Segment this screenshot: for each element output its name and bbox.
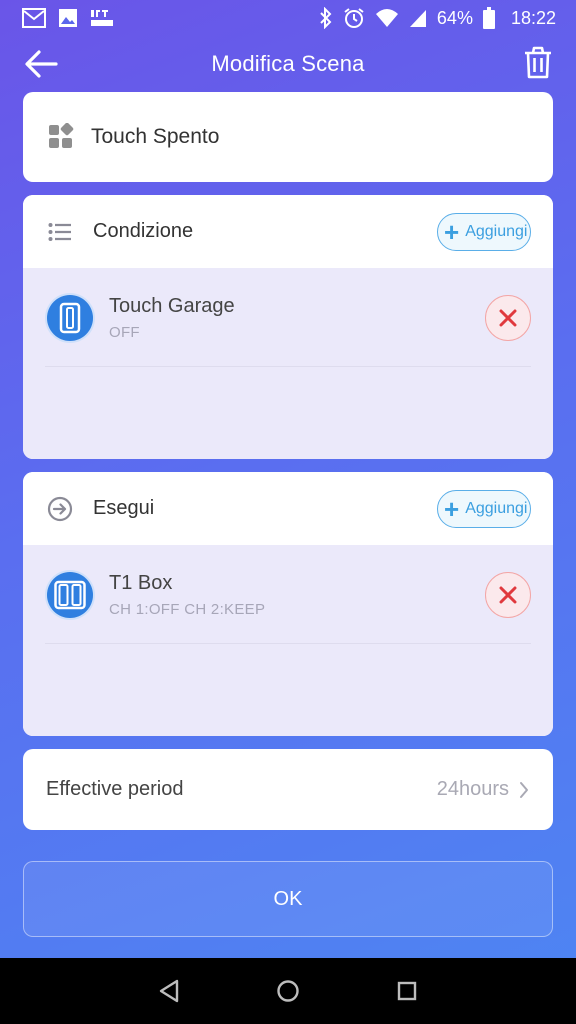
bluetooth-icon [319,7,333,29]
wifi-icon [375,8,399,28]
effective-period-label: Effective period [46,778,184,800]
alarm-icon [343,7,365,29]
single-switch-icon [47,294,93,341]
action-device-name: T1 Box [109,571,173,594]
action-device-status: CH 1:OFF CH 2:KEEP [109,600,266,618]
status-bar: 64% 18:22 [0,0,576,36]
nav-back-button[interactable] [154,976,184,1006]
condition-label: Condizione [93,220,194,242]
trash-icon [525,46,551,79]
add-condition-label: Aggiungi [465,223,528,240]
ifttt-icon [90,8,114,28]
condition-card: Condizione + Aggiungi Touch Garage OFF [23,195,553,459]
ok-button[interactable]: OK [23,861,553,937]
page-title: Modifica Scena [211,51,365,76]
close-icon [499,309,517,327]
ok-button-label: OK [273,887,303,910]
condition-item[interactable]: Touch Garage OFF [23,268,553,367]
add-action-label: Aggiungi [465,500,528,517]
execute-header: Esegui + Aggiungi [23,472,553,545]
signal-icon [409,8,427,28]
action-item-text: T1 Box CH 1:OFF CH 2:KEEP [109,572,265,618]
double-switch-icon [47,571,93,618]
effective-period-row[interactable]: Effective period 24hours [23,749,553,830]
add-condition-button[interactable]: + Aggiungi [437,213,531,251]
chevron-right-icon [520,781,528,798]
remove-condition-button[interactable] [485,295,531,341]
add-action-button[interactable]: + Aggiungi [437,490,531,528]
image-icon [58,8,78,28]
plus-icon: + [444,494,460,524]
nav-home-button[interactable] [273,976,303,1006]
nav-recents-button[interactable] [392,976,422,1006]
delete-scene-button[interactable] [522,46,554,80]
condition-item-text: Touch Garage OFF [109,295,235,341]
square-recents-icon [397,981,416,1001]
clock-time: 18:22 [510,7,556,28]
status-left-icons [22,8,114,28]
condition-list: Touch Garage OFF [23,268,553,459]
grid-apps-icon [49,123,74,148]
arrow-circle-right-icon [47,496,73,522]
action-list: T1 Box CH 1:OFF CH 2:KEEP [23,545,553,736]
scene-name-card[interactable]: Touch Spento [23,92,553,182]
execute-label: Esegui [93,497,155,519]
back-button[interactable] [24,48,58,80]
condition-device-status: OFF [109,323,140,341]
action-item[interactable]: T1 Box CH 1:OFF CH 2:KEEP [23,545,553,644]
triangle-back-icon [160,979,179,1003]
gmail-icon [22,8,46,28]
battery-icon [482,7,495,29]
execute-card: Esegui + Aggiungi T1 Box CH 1:OFF CH 2:K… [23,472,553,736]
list-icon [47,219,73,245]
app-header: Modifica Scena [0,36,576,92]
circle-home-icon [277,980,299,1002]
battery-percent: 64% [436,7,473,28]
condition-device-name: Touch Garage [109,294,235,317]
effective-period-value: 24hours [436,778,509,800]
effective-period-value-wrap: 24hours [437,778,529,801]
remove-action-button[interactable] [485,572,531,618]
status-right-icons: 64% 18:22 [319,7,556,29]
scene-name: Touch Spento [91,125,220,148]
condition-header: Condizione + Aggiungi [23,195,553,268]
close-icon [499,586,517,604]
plus-icon: + [444,217,460,247]
arrow-left-icon [25,50,58,78]
system-nav-bar [0,958,576,1024]
